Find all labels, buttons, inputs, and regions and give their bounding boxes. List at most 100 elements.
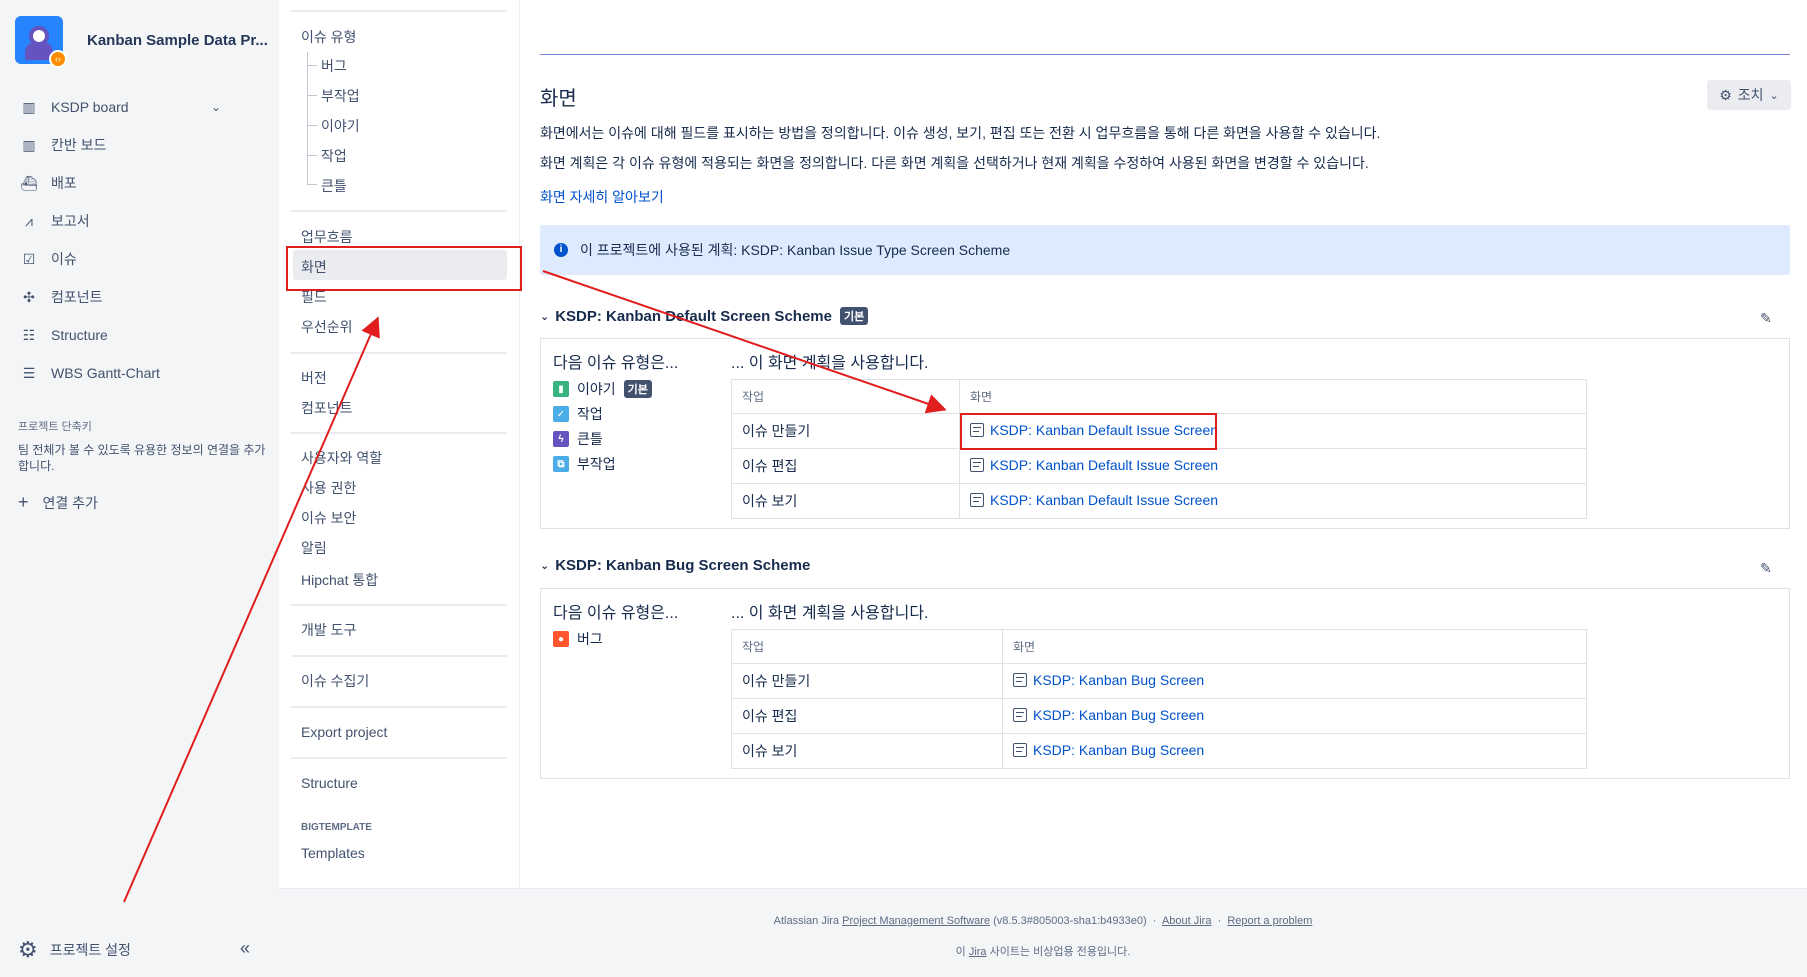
gantt-icon: ☰ <box>22 364 36 381</box>
header-divider <box>540 54 1790 55</box>
project-settings-link[interactable]: ⚙ 프로젝트 설정 <box>18 937 131 963</box>
table-row: 이슈 보기 KSDP: Kanban Bug Screen <box>731 733 1587 769</box>
snav-issue-collectors[interactable]: 이슈 수집기 <box>301 671 369 691</box>
project-settings-label: 프로젝트 설정 <box>49 942 131 958</box>
scheme-header[interactable]: ⌄ KSDP: Kanban Default Screen Scheme 기본 <box>540 307 869 325</box>
snav-issue-types[interactable]: 이슈 유형 <box>301 27 356 47</box>
snav-users-roles[interactable]: 사용자와 역할 <box>301 448 382 468</box>
sidebar-item-kanban[interactable]: ▥ 칸반 보드 <box>0 126 279 164</box>
snav-structure[interactable]: Structure <box>301 775 358 791</box>
snav-issue-type-task[interactable]: 작업 <box>321 146 347 166</box>
screen-link[interactable]: KSDP: Kanban Bug Screen <box>1013 672 1204 688</box>
sidebar-item-components[interactable]: ✣ 컴포넌트 <box>0 278 279 316</box>
epic-icon: ϟ <box>553 431 569 447</box>
snav-versions[interactable]: 버전 <box>301 368 327 388</box>
snav-issue-type-subtask[interactable]: 부작업 <box>321 86 360 106</box>
screen-icon <box>970 493 984 507</box>
snav-issue-type-bug[interactable]: 버그 <box>321 56 347 76</box>
task-icon: ✓ <box>553 406 569 422</box>
learn-more-link[interactable]: 화면 자세히 알아보기 <box>540 187 664 207</box>
sidebar-item-gantt[interactable]: ☰ WBS Gantt-Chart <box>0 354 279 392</box>
snav-export-project[interactable]: Export project <box>301 724 387 740</box>
add-link-button[interactable]: + 연결 추가 <box>18 492 98 513</box>
report-problem-link[interactable]: Report a problem <box>1227 915 1312 927</box>
footer-text: 사이트는 비상업용 전용입니다. <box>989 946 1131 958</box>
th-screen: 화면 <box>959 379 1587 414</box>
issue-type-item: ✓ 작업 <box>553 404 603 424</box>
footer-pms-link[interactable]: Project Management Software <box>842 915 990 927</box>
table-row: 이슈 편집 KSDP: Kanban Bug Screen <box>731 698 1587 734</box>
issue-type-item: ϟ 큰틀 <box>553 429 603 449</box>
sidebar-nav: ▥ KSDP board ⌄ ▥ 칸반 보드 ⛴ 배포 ⩘ 보고서 ☑ 이슈 ✣… <box>0 88 279 392</box>
sidebar-item-label: 이슈 <box>51 251 77 267</box>
about-jira-link[interactable]: About Jira <box>1162 915 1212 927</box>
sidebar-item-issues[interactable]: ☑ 이슈 <box>0 240 279 278</box>
screen-icon <box>1013 743 1027 757</box>
snav-issue-security[interactable]: 이슈 보안 <box>301 508 356 528</box>
chevron-down-icon[interactable]: ⌄ <box>540 310 549 323</box>
th-operation: 작업 <box>731 629 1003 664</box>
snav-issue-type-epic[interactable]: 큰틀 <box>321 176 347 196</box>
issue-type-label: 부작업 <box>577 456 616 472</box>
sidebar-item-label: 칸반 보드 <box>51 137 107 153</box>
sidebar-item-label: 컴포넌트 <box>51 289 103 305</box>
table-row: 이슈 만들기 KSDP: Kanban Bug Screen <box>731 663 1587 699</box>
operation-cell: 이슈 만들기 <box>731 413 960 449</box>
footer-text: Atlassian Jira <box>773 915 840 927</box>
issue-types-column-label: 다음 이슈 유형은... <box>553 355 679 372</box>
screen-link[interactable]: KSDP: Kanban Bug Screen <box>1013 742 1204 758</box>
th-screen: 화면 <box>1002 629 1587 664</box>
snav-issue-type-story[interactable]: 이야기 <box>321 116 360 136</box>
screen-link-label: KSDP: Kanban Default Issue Screen <box>990 492 1219 508</box>
gear-icon: ⚙ <box>1719 86 1732 103</box>
uses-scheme-column-label: ... 이 화면 계획을 사용합니다. <box>731 355 929 372</box>
actions-button[interactable]: ⚙ 조치 ⌄ <box>1707 80 1791 110</box>
snav-priorities[interactable]: 우선순위 <box>301 317 353 337</box>
sidebar-item-reports[interactable]: ⩘ 보고서 <box>0 202 279 240</box>
snav-templates[interactable]: Templates <box>301 845 365 861</box>
collapse-sidebar-icon[interactable]: « <box>240 938 250 959</box>
edit-pencil-icon[interactable]: ✎ <box>1760 560 1772 577</box>
th-operation: 작업 <box>731 379 960 414</box>
snav-components[interactable]: 컴포넌트 <box>301 398 353 418</box>
table-row: 이슈 편집 KSDP: Kanban Default Issue Screen <box>731 448 1587 484</box>
snav-permissions[interactable]: 사용 권한 <box>301 478 356 498</box>
sidebar-item-releases[interactable]: ⛴ 배포 <box>0 164 279 202</box>
screen-link[interactable]: KSDP: Kanban Default Issue Screen <box>970 492 1218 508</box>
default-badge: 기본 <box>839 307 869 325</box>
snav-notifications[interactable]: 알림 <box>301 538 327 558</box>
screen-link[interactable]: KSDP: Kanban Bug Screen <box>1013 707 1204 723</box>
chevron-down-icon[interactable]: ⌄ <box>540 559 549 572</box>
screen-link[interactable]: KSDP: Kanban Default Issue Screen <box>970 457 1218 473</box>
snav-dev-tools[interactable]: 개발 도구 <box>301 620 356 640</box>
chevron-down-icon[interactable]: ⌄ <box>211 100 221 114</box>
ship-icon: ⛴ <box>20 174 38 191</box>
story-icon: ▮ <box>553 381 569 397</box>
table-row: 이슈 보기 KSDP: Kanban Default Issue Screen <box>731 483 1587 519</box>
footer-line-2: 이 Jira 사이트는 비상업용 전용입니다. <box>279 943 1807 959</box>
footer-version: (v8.5.3#805003-sha1:b4933e0) <box>993 915 1147 927</box>
screen-link-label: KSDP: Kanban Bug Screen <box>1033 742 1205 758</box>
edit-pencil-icon[interactable]: ✎ <box>1760 310 1772 327</box>
snav-workflows[interactable]: 업무흐름 <box>301 227 353 247</box>
chevron-down-icon: ⌄ <box>1769 89 1779 102</box>
sidebar-item-structure[interactable]: ☷ Structure <box>0 316 279 354</box>
sidebar-item-board[interactable]: ▥ KSDP board ⌄ <box>0 88 279 126</box>
screens-table: 작업 화면 이슈 만들기 KSDP: Kanban Bug Screen 이슈 … <box>731 629 1587 769</box>
sidebar-item-label: KSDP board <box>51 99 129 115</box>
shortcuts-description: 팀 전체가 볼 수 있도록 유용한 정보의 연결을 추가합니다. <box>18 443 266 473</box>
snav-bigtemplate-header: BIGTEMPLATE <box>301 822 372 833</box>
plus-icon: + <box>18 492 29 512</box>
jira-link[interactable]: Jira <box>969 946 987 958</box>
sidebar-item-label: Structure <box>51 327 108 343</box>
issue-type-item: ⧉ 부작업 <box>553 454 616 474</box>
scheme-header[interactable]: ⌄ KSDP: Kanban Bug Screen Scheme <box>540 557 810 574</box>
settings-nav: 이슈 유형 버그 부작업 이야기 작업 큰틀 업무흐름 화면 필드 우선순위 버… <box>279 0 520 888</box>
project-header[interactable]: ‹› Kanban Sample Data Pr... <box>15 14 268 68</box>
chart-icon: ⩘ <box>25 212 33 229</box>
board-icon: ▥ <box>22 98 36 115</box>
info-message: i 이 프로젝트에 사용된 계획: KSDP: Kanban Issue Typ… <box>540 225 1790 275</box>
project-avatar: ‹› <box>15 16 67 68</box>
scheme-box: 다음 이슈 유형은... ... 이 화면 계획을 사용합니다. ● 버그 작업… <box>540 588 1790 779</box>
snav-hipchat[interactable]: Hipchat 통합 <box>301 570 378 590</box>
